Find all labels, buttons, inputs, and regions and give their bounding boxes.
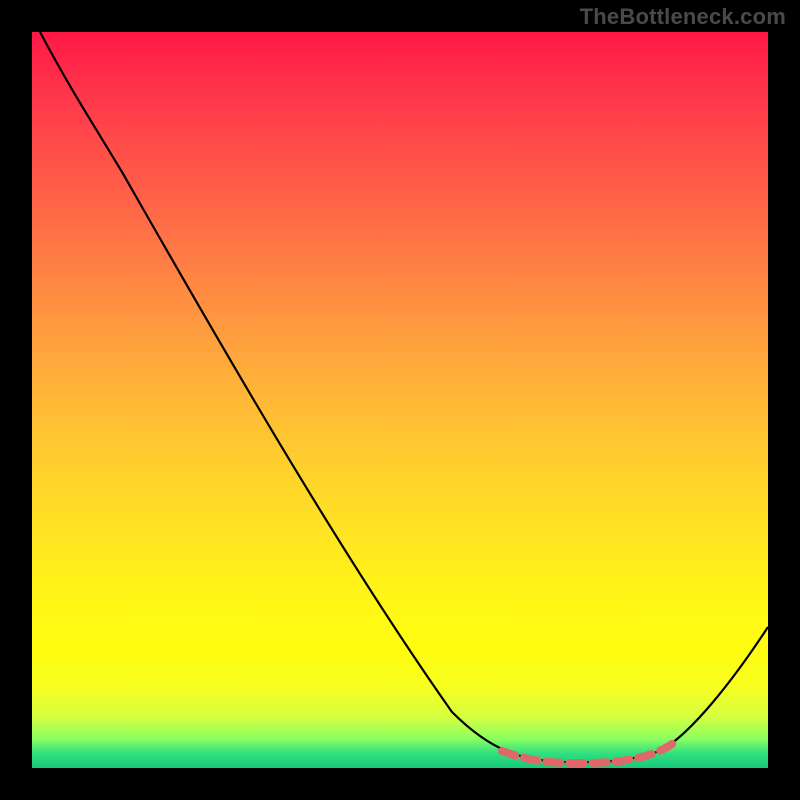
- plot-area: [32, 32, 768, 768]
- bottleneck-curve-line: [40, 32, 768, 762]
- curve-layer: [32, 32, 768, 768]
- watermark-text: TheBottleneck.com: [580, 4, 786, 30]
- optimal-range-highlight: [502, 741, 676, 763]
- chart-frame: TheBottleneck.com: [0, 0, 800, 800]
